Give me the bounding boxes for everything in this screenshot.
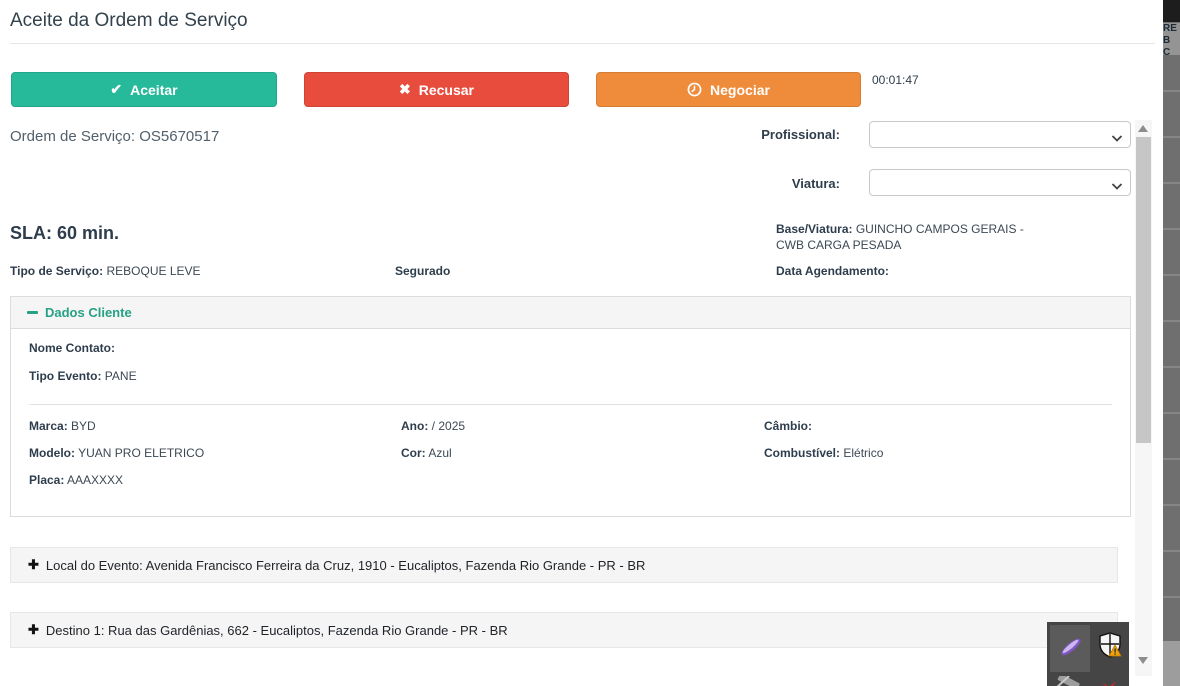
chevron-down-icon <box>1111 130 1123 148</box>
minus-icon <box>27 311 38 314</box>
scrollbar-thumb[interactable] <box>1136 137 1151 443</box>
check-icon: ✔ <box>110 81 122 98</box>
nome-contato-field: Nome Contato: <box>29 341 115 355</box>
clock-icon <box>687 82 702 97</box>
plus-icon: ✚ <box>28 557 39 573</box>
tipo-evento-field: Tipo Evento: PANE <box>29 369 137 383</box>
x-icon: ✖ <box>399 81 411 98</box>
background-window-sliver <box>1163 0 1180 686</box>
order-number: Ordem de Serviço: OS5670517 <box>10 128 219 145</box>
negotiate-button-label: Negociar <box>710 82 770 98</box>
cor-field: Cor: Azul <box>401 446 452 460</box>
segurado-label: Segurado <box>395 264 450 278</box>
accept-button-label: Aceitar <box>130 82 177 98</box>
sla-text: SLA: 60 min. <box>10 223 119 244</box>
viatura-select[interactable] <box>869 169 1131 196</box>
feather-icon[interactable] <box>1058 634 1084 665</box>
scroll-up-arrow-icon[interactable] <box>1138 125 1148 132</box>
refuse-button[interactable]: ✖ Recusar <box>304 72 569 107</box>
combustivel-field: Combustível: Elétrico <box>764 446 883 460</box>
background-window-titlebar <box>1163 0 1180 22</box>
modelo-field: Modelo: YUAN PRO ELETRICO <box>29 446 204 460</box>
background-window-text: RE B C <box>1163 23 1180 55</box>
destino1-section[interactable]: ✚ Destino 1: Rua das Gardênias, 662 - Eu… <box>10 612 1118 648</box>
negotiate-button[interactable]: Negociar <box>596 72 861 107</box>
placa-field: Placa: AAAXXXX <box>29 473 123 487</box>
countdown-timer: 00:01:47 <box>872 73 919 87</box>
plus-icon: ✚ <box>28 622 39 638</box>
tipo-servico-field: Tipo de Serviço: REBOQUE LEVE <box>10 264 201 278</box>
dados-cliente-panel: Dados Cliente Nome Contato: Tipo Evento:… <box>10 296 1131 517</box>
profissional-label: Profissional: <box>640 127 840 142</box>
scroll-down-arrow-icon[interactable] <box>1138 657 1148 664</box>
marca-field: Marca: BYD <box>29 419 96 433</box>
profissional-select[interactable] <box>869 121 1131 148</box>
destino1-text: Destino 1: Rua das Gardênias, 662 - Euca… <box>46 623 508 638</box>
security-shield-icon[interactable] <box>1098 632 1122 663</box>
local-evento-section[interactable]: ✚ Local do Evento: Avenida Francisco Fer… <box>10 547 1118 583</box>
data-agendamento-field: Data Agendamento: <box>776 264 889 278</box>
accept-button[interactable]: ✔ Aceitar <box>11 72 277 107</box>
base-viatura-field: Base/Viatura: GUINCHO CAMPOS GERAIS - CW… <box>776 221 1038 253</box>
dados-cliente-header[interactable]: Dados Cliente <box>11 297 1130 329</box>
page-title: Aceite da Ordem de Serviço <box>10 10 248 32</box>
chevron-down-icon <box>1111 178 1123 196</box>
viatura-label: Viatura: <box>640 176 840 191</box>
background-window-footer <box>1163 641 1180 686</box>
cambio-field: Câmbio: <box>764 419 812 433</box>
system-tray-popup <box>1047 622 1129 686</box>
pencil-slash-icon[interactable] <box>1053 676 1083 686</box>
red-tray-icon[interactable] <box>1101 678 1117 686</box>
refuse-button-label: Recusar <box>419 82 474 98</box>
divider <box>29 404 1112 405</box>
local-evento-text: Local do Evento: Avenida Francisco Ferre… <box>46 558 646 573</box>
divider <box>10 43 1155 44</box>
vertical-scrollbar[interactable] <box>1135 120 1152 676</box>
ano-field: Ano: / 2025 <box>401 419 465 433</box>
dados-cliente-title: Dados Cliente <box>45 305 132 320</box>
